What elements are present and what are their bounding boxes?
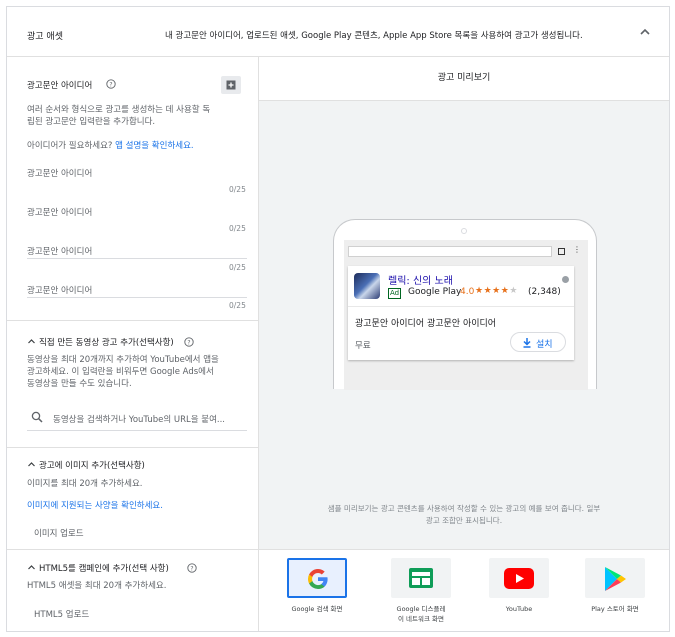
google-g-icon [307,569,328,589]
ideas-desc-line2: 립된 광고문안 입력란을 추가합니다. [27,117,156,127]
add-idea-button[interactable] [221,76,241,94]
ad-assets-header[interactable]: 광고 애셋 내 광고문안 아이디어, 업로드된 애셋, Google Play … [7,7,669,57]
divider [7,320,258,321]
ad-card: 렐릭: 신의 노래 Ad Google Play 4.0 ★★★★★ (2,34… [348,266,574,360]
rating-value: 4.0 [460,287,475,297]
star-icon: ★ [509,286,518,296]
format-youtube-label: YouTube [505,605,533,613]
divider [348,306,574,307]
image-title: 광고에 이미지 추가(선택사항) [39,461,145,471]
idea-counter-3: 0/25 [229,263,246,272]
svg-text:?: ? [109,81,112,88]
format-selector: Google 검색 화면 Google 디스플레 이 네트워크 화면 YouTu… [259,549,669,631]
ideas-desc-line1: 여러 순서와 형식으로 광고를 생성하는 데 사용할 독 [27,105,211,115]
svg-text:?: ? [190,565,193,572]
video-search-input[interactable]: 동영상을 검색하거나 YouTube의 URL을 붙여... [27,405,247,431]
chevron-up-icon [28,565,35,570]
video-desc-line2: 광고하세요. 이 입력란을 비워두면 Google Ads에서 [27,367,214,377]
format-display-network-label-2: 이 네트워크 화면 [398,615,444,623]
ad-headline: 광고문안 아이디어 광고문안 아이디어 [355,319,497,329]
format-display-network-label-1: Google 디스플레 [396,605,446,613]
chevron-up-icon[interactable] [638,25,652,39]
help-icon[interactable]: ? [187,563,197,573]
asset-editor-column: 광고문안 아이디어 ? 여러 순서와 형식으로 광고를 생성하는 데 사용할 독… [7,57,259,631]
info-icon [562,276,569,283]
divider [7,447,258,448]
phone-mockup: ⋮ 렐릭: 신의 노래 Ad Google Play 4.0 ★★★★★ (2,… [333,219,597,390]
chevron-up-icon [28,339,35,344]
review-count: (2,348) [528,287,561,297]
format-play-store[interactable] [585,558,645,598]
image-upload-button[interactable]: 이미지 업로드 [34,527,84,539]
more-menu-icon: ⋮ [573,245,581,254]
play-store-icon [605,567,626,591]
preview-title: 광고 미리보기 [259,57,669,101]
idea-counter-2: 0/25 [229,224,246,233]
ideas-need-text: 아이디어가 필요하세요? 앱 설명을 확인하세요. [27,139,194,151]
store-name: Google Play [408,287,462,297]
section-title: 광고 애셋 [27,32,63,42]
format-youtube[interactable] [489,558,549,598]
phone-screen: ⋮ 렐릭: 신의 노래 Ad Google Play 4.0 ★★★★★ (2,… [344,240,588,390]
idea-field-1[interactable]: 광고문안 아이디어 [27,167,92,179]
idea-counter-4: 0/25 [229,301,246,310]
format-google-search[interactable] [287,558,347,598]
format-google-search-label: Google 검색 화면 [291,605,343,613]
search-icon [31,411,43,423]
star-icon: ★ [492,286,501,296]
image-specs-link[interactable]: 이미지에 지원되는 사양을 확인하세요. [27,499,163,511]
download-icon [523,338,531,348]
rating-stars: ★★★★★ [475,286,518,296]
video-title: 직접 만든 동영상 광고 추가(선택사항) [39,338,174,348]
star-icon: ★ [475,286,484,296]
svg-text:?: ? [187,339,190,346]
preview-note: 샘플 미리보기는 광고 콘텐츠를 사용하여 작성할 수 있는 광고의 예를 보여… [283,503,645,527]
html5-title: HTML5를 캠페인에 추가(선택 사항) [39,564,169,574]
help-icon[interactable]: ? [106,79,116,89]
html5-desc: HTML5 애셋을 최대 20개 추가하세요. [27,581,167,591]
display-network-icon [409,568,433,588]
idea-field-2[interactable]: 광고문안 아이디어 [27,206,92,218]
help-icon[interactable]: ? [184,337,194,347]
video-search-placeholder: 동영상을 검색하거나 YouTube의 URL을 붙여... [53,415,226,425]
phone-camera [461,228,467,234]
idea-field-3[interactable]: 광고문안 아이디어 [27,245,92,257]
divider [7,549,258,550]
field-underline [27,297,247,298]
app-icon [354,273,380,299]
tabs-icon [558,248,565,255]
chevron-up-icon [28,462,35,467]
app-description-link[interactable]: 앱 설명을 확인하세요. [115,141,194,151]
preview-note-line2: 광고 조합만 표시됩니다. [425,516,503,525]
install-button[interactable]: 설치 [510,332,566,352]
browser-url-bar [348,246,552,257]
html5-upload-button[interactable]: HTML5 업로드 [34,608,89,620]
ideas-need-prefix: 아이디어가 필요하세요? [27,141,113,151]
ad-preview-column: 광고 미리보기 ⋮ 렐릭: 신의 노래 Ad Google Play 4.0 ★… [259,57,669,631]
idea-counter-1: 0/25 [229,185,246,194]
app-name: 렐릭: 신의 노래 [388,276,453,287]
format-display-network[interactable] [391,558,451,598]
preview-note-line1: 샘플 미리보기는 광고 콘텐츠를 사용하여 작성할 수 있는 광고의 예를 보여… [327,504,601,513]
star-icon: ★ [483,286,493,296]
add-note-icon [226,80,236,90]
image-desc: 이미지를 최대 20개 추가하세요. [27,479,143,489]
idea-field-4[interactable]: 광고문안 아이디어 [27,284,92,296]
video-desc-line3: 동영상을 만들 수도 있습니다. [27,379,132,389]
ad-assets-panel: 광고 애셋 내 광고문안 아이디어, 업로드된 애셋, Google Play … [6,6,670,632]
price-label: 무료 [355,341,371,351]
youtube-icon [504,568,534,589]
video-desc-line1: 동영상을 최대 20개까지 추가하여 YouTube에서 앱을 [27,355,219,365]
section-description: 내 광고문안 아이디어, 업로드된 애셋, Google Play 콘텐츠, A… [165,31,583,41]
field-underline [27,258,247,259]
ad-badge: Ad [388,288,402,299]
ideas-title: 광고문안 아이디어 [27,81,93,91]
format-play-store-label: Play 스토어 화면 [591,605,639,613]
install-label: 설치 [536,340,553,350]
